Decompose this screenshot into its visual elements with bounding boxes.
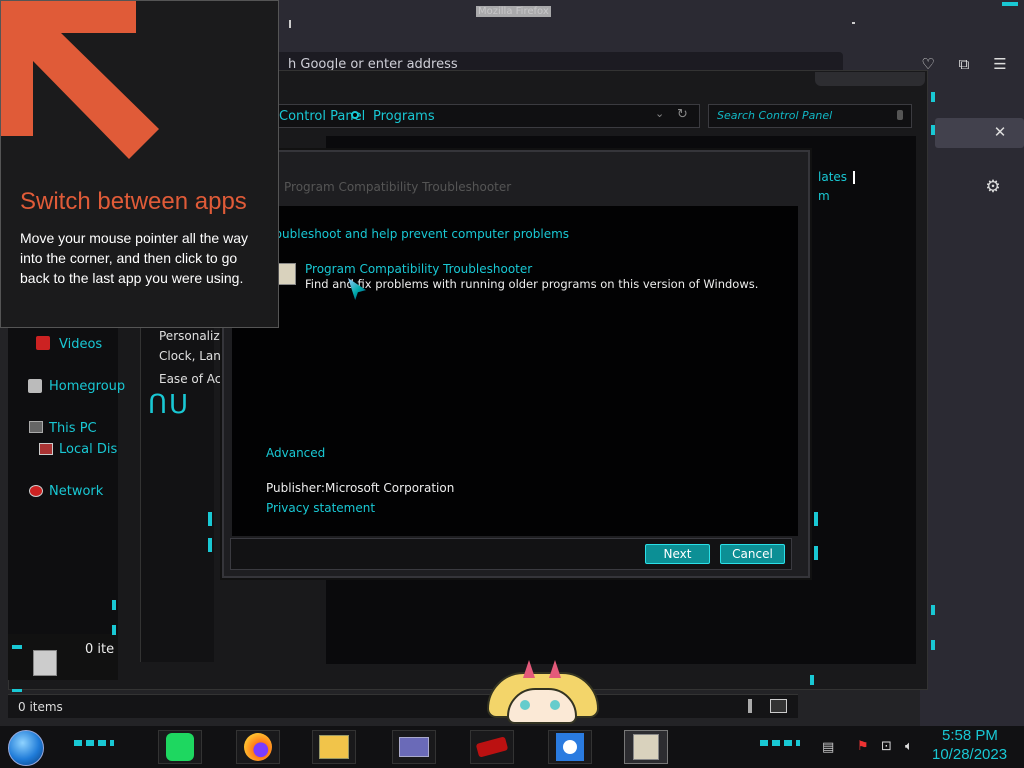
refresh-icon[interactable]: ↻: [677, 107, 688, 122]
firefox-notification-bar: [935, 118, 1024, 148]
volume-icon[interactable]: 🔈︎: [905, 739, 913, 754]
frame-accent: [208, 512, 212, 526]
advanced-link[interactable]: Advanced: [266, 446, 325, 460]
publisher-label: Publisher:: [266, 481, 325, 495]
gear-icon[interactable]: ⚙: [983, 177, 1003, 197]
media-icon: [475, 736, 509, 758]
firefox-tab-divider: [289, 20, 291, 28]
frame-accent: [814, 512, 818, 526]
character-sticker: [487, 660, 601, 724]
breadcrumb-programs[interactable]: Programs: [373, 109, 435, 124]
frame-accent: [931, 92, 935, 102]
clock-date[interactable]: 10/28/2023: [932, 746, 1007, 763]
local-disk-icon: [39, 443, 53, 455]
this-pc-icon: [29, 421, 43, 433]
frame-accent: [810, 675, 814, 685]
control-panel-icon: [399, 737, 429, 757]
publisher-value: Microsoft Corporation: [325, 481, 455, 495]
frame-accent: [931, 125, 935, 135]
frame-accent: [1002, 2, 1018, 6]
dialog-title: Program Compatibility Troubleshooter: [284, 180, 512, 194]
nav-item-this-pc[interactable]: This PC: [49, 421, 97, 436]
details-view-icon[interactable]: [770, 699, 787, 713]
spotify-icon: [166, 733, 194, 761]
folder-thumbnail-icon: [33, 650, 57, 676]
homegroup-icon: [28, 379, 42, 393]
list-view-icon[interactable]: [748, 699, 752, 713]
dialog-heading: roubleshoot and help prevent computer pr…: [270, 227, 570, 241]
firefox-content: [920, 86, 1024, 726]
category-ease-of-access[interactable]: Ease of Ac: [159, 372, 221, 386]
close-icon[interactable]: ✕: [990, 122, 1010, 142]
firefox-tab-divider: [852, 22, 855, 24]
troubleshooter-icon: [633, 734, 659, 760]
frame-accent: [12, 689, 22, 692]
status-item-count: 0 items: [18, 700, 63, 714]
link-program[interactable]: m: [818, 189, 830, 203]
cancel-button[interactable]: Cancel: [720, 544, 785, 564]
category-personalization[interactable]: Personaliz: [159, 329, 220, 343]
troubleshooter-item-title[interactable]: Program Compatibility Troubleshooter: [305, 262, 532, 276]
menu-icon[interactable]: ☰: [990, 54, 1010, 74]
troubleshooter-item-description: Find and fix problems with running older…: [305, 277, 759, 291]
tip-body: Move your mouse pointer all the way into…: [20, 230, 248, 286]
decorative-logo-icon: ᑎᑌ: [148, 390, 191, 420]
mini-status-panel: [8, 634, 118, 680]
nav-item-homegroup[interactable]: Homegroup: [49, 379, 125, 394]
troubleshooter-icon: [278, 263, 296, 285]
action-center-flag-icon[interactable]: ⚑: [857, 739, 869, 754]
privacy-statement-link[interactable]: Privacy statement: [266, 501, 375, 515]
frame-accent: [814, 546, 818, 560]
show-hidden-icons-icon[interactable]: ▤: [822, 740, 834, 755]
taskbar-decor: [760, 740, 800, 746]
firefox-window-title: Mozilla Firefox: [476, 6, 551, 17]
breadcrumb-separator-icon: [351, 111, 359, 119]
clock-time[interactable]: 5:58 PM: [942, 727, 998, 744]
frame-accent: [112, 600, 116, 610]
network-tray-icon[interactable]: ⊡: [881, 739, 892, 754]
mini-status-count: 0 ite: [85, 642, 115, 657]
taskbar-control-panel[interactable]: [392, 730, 436, 764]
status-bar: 0 items: [8, 694, 798, 718]
extensions-icon[interactable]: ⧉: [954, 54, 974, 74]
search-icon[interactable]: [897, 110, 903, 120]
taskbar-spotify[interactable]: [158, 730, 202, 764]
taskbar-decor: [74, 740, 114, 746]
text-cursor: [853, 171, 855, 184]
nav-item-videos[interactable]: Videos: [59, 337, 102, 352]
file-explorer-icon: [319, 735, 349, 759]
videos-icon: [36, 336, 50, 350]
tip-heading: Switch between apps: [20, 188, 247, 215]
search-control-panel-input[interactable]: Search Control Panel: [708, 104, 912, 128]
frame-accent: [112, 625, 116, 635]
taskbar-weather[interactable]: [548, 730, 592, 764]
search-placeholder: Search Control Panel: [717, 109, 833, 122]
frame-accent: [931, 605, 935, 615]
taskbar-firefox[interactable]: [236, 730, 280, 764]
corner-arrow-icon: [1, 1, 159, 159]
next-button[interactable]: Next: [645, 544, 710, 564]
category-clock-language[interactable]: Clock, Lan: [159, 349, 221, 363]
network-icon: [29, 485, 43, 497]
window-frame-tab: [815, 72, 925, 86]
start-button[interactable]: [8, 730, 44, 766]
taskbar-troubleshooter[interactable]: [624, 730, 668, 764]
desktop: Mozilla Firefox h Google or enter addres…: [0, 0, 1024, 768]
address-bar[interactable]: Control Panel Programs ⌄ ↻: [250, 104, 700, 128]
frame-accent: [12, 645, 22, 649]
firefox-icon: [244, 733, 272, 761]
taskbar-media[interactable]: [470, 730, 514, 764]
chevron-down-icon[interactable]: ⌄: [655, 107, 664, 120]
frame-accent: [208, 538, 212, 552]
frame-accent: [931, 640, 935, 650]
nav-item-local-disk[interactable]: Local Dis: [59, 442, 117, 457]
navigation-pane: [8, 320, 118, 640]
nav-item-network[interactable]: Network: [49, 484, 103, 499]
taskbar-file-explorer[interactable]: [312, 730, 356, 764]
weather-icon: [556, 733, 584, 761]
link-updates[interactable]: lates: [818, 170, 847, 184]
